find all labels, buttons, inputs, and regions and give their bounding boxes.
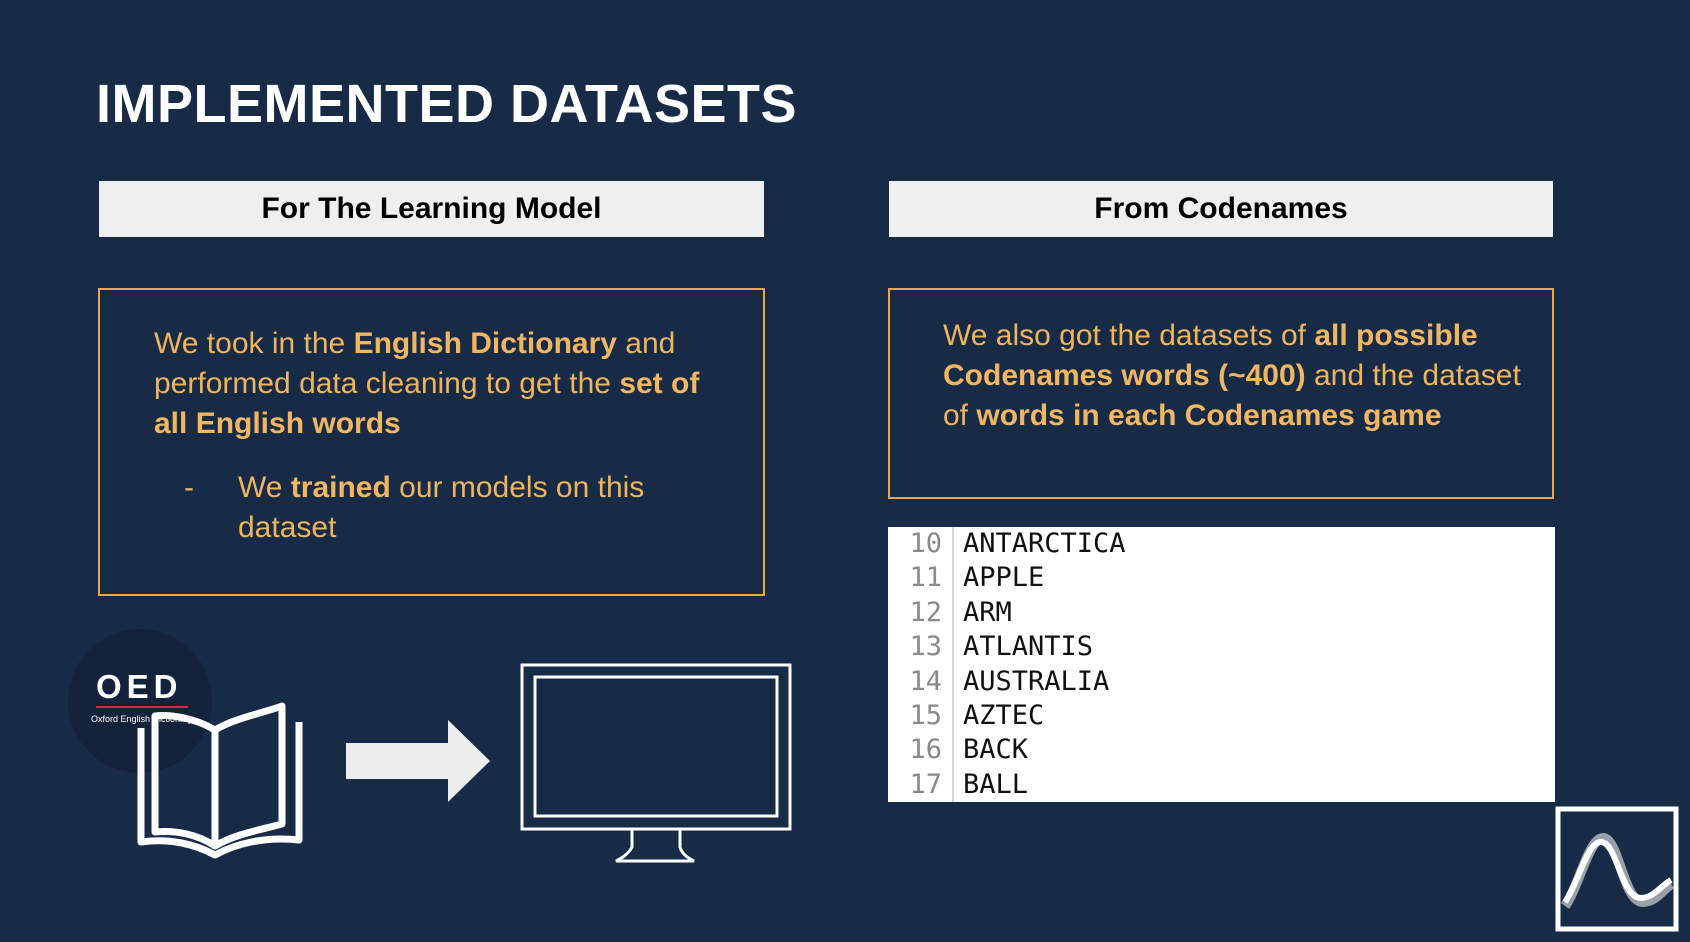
bullet-text: We trained our models on this dataset (238, 468, 723, 548)
line-number: 10 (888, 527, 954, 562)
word: ANTARCTICA (963, 528, 1126, 559)
word: APPLE (963, 562, 1045, 594)
codenames-textbox: We also got the datasets of all possible… (888, 288, 1554, 499)
line-number: 17 (888, 767, 954, 802)
code-row: 17 BALL (888, 767, 1555, 802)
monitor-icon (520, 663, 792, 863)
line-number: 14 (888, 664, 954, 699)
code-row: 10 ANTARCTICA (888, 527, 1555, 562)
learning-model-textbox: We took in the English Dictionary and pe… (98, 288, 765, 596)
text-segment: We took in the (154, 327, 354, 360)
header-codenames-label: From Codenames (1094, 192, 1348, 225)
word: AUSTRALIA (963, 665, 1110, 697)
code-row: 11 APPLE (888, 561, 1555, 596)
line-number: 13 (888, 630, 954, 665)
line-number: 11 (888, 561, 954, 596)
header-learning-model: For The Learning Model (99, 181, 764, 237)
word: ARM (963, 596, 1012, 628)
code-row: 15 AZTEC (888, 698, 1555, 734)
page-title: IMPLEMENTED DATASETS (96, 74, 798, 134)
learning-model-bullet: - We trained our models on this dataset (154, 468, 723, 548)
code-row: 16 BACK (888, 733, 1555, 768)
word: AZTEC (963, 699, 1045, 731)
line-number: 12 (888, 595, 954, 631)
codenames-word-list: 10 ANTARCTICA 11 APPLE 12 ARM 13 ATLANTIS 14… (888, 527, 1555, 802)
header-codenames: From Codenames (889, 181, 1553, 237)
wave-logo-icon (1555, 806, 1679, 932)
header-learning-model-label: For The Learning Model (261, 192, 602, 225)
bullet-marker: - (184, 471, 194, 504)
word: ATLANTIS (963, 631, 1094, 663)
line-number: 15 (888, 698, 954, 734)
bold-text: trained (290, 471, 391, 504)
bold-text: words in each Codenames game (976, 399, 1442, 432)
text-segment: We (238, 471, 291, 504)
right-arrow-icon (346, 720, 490, 802)
word: BALL (963, 768, 1029, 800)
line-number: 16 (888, 733, 954, 768)
learning-model-paragraph: We took in the English Dictionary and pe… (154, 324, 723, 444)
code-row: 14 AUSTRALIA (888, 664, 1555, 699)
word: BACK (963, 734, 1029, 766)
text-segment: We also got the datasets of (943, 319, 1315, 352)
open-book-icon (137, 702, 303, 859)
code-row: 12 ARM (888, 595, 1555, 631)
bold-text: English Dictionary (353, 327, 617, 360)
codenames-paragraph: We also got the datasets of all possible… (943, 316, 1522, 436)
code-row: 13 ATLANTIS (888, 630, 1555, 665)
